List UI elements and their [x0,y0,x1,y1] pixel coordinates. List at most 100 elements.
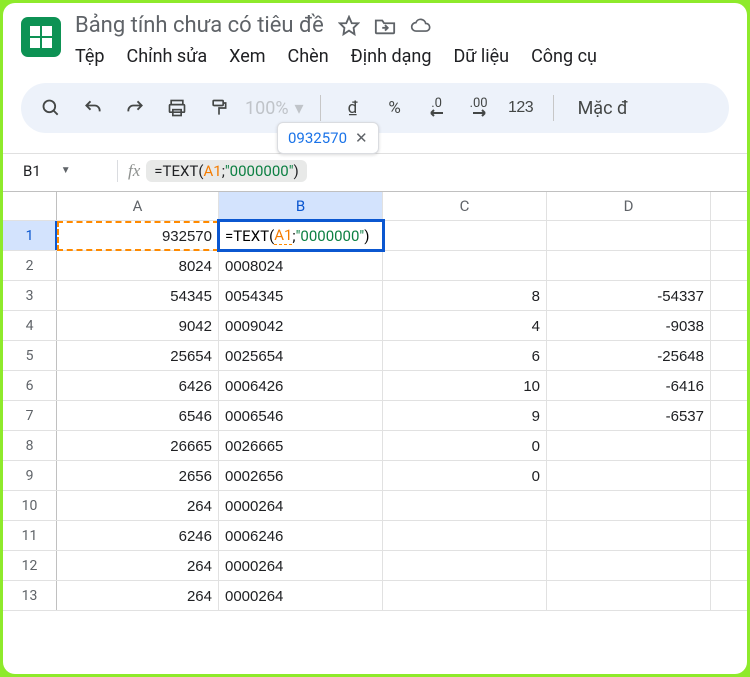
cell[interactable]: 0008024 [219,251,383,281]
row-header[interactable]: 5 [3,341,57,370]
cell[interactable] [383,221,547,251]
font-select[interactable]: Mặc đ [578,98,628,119]
column-header-A[interactable]: A [57,192,219,220]
cell[interactable]: -25648 [547,341,711,371]
cell[interactable]: 0000264 [219,491,383,521]
more-formats-button[interactable]: 123 [505,92,537,124]
cell[interactable]: 264 [57,491,219,521]
fx-icon[interactable]: fx [128,161,140,181]
cell[interactable] [383,491,547,521]
cell[interactable] [383,581,547,611]
name-box[interactable]: B1 ▼ [11,162,111,180]
cell[interactable]: 0025654 [219,341,383,371]
cell[interactable]: -6416 [547,371,711,401]
search-icon[interactable] [35,92,67,124]
cell[interactable]: 6246 [57,521,219,551]
select-all-corner[interactable] [3,192,57,220]
row-header[interactable]: 7 [3,401,57,430]
cell[interactable] [547,521,711,551]
menu-view[interactable]: Xem [229,44,265,69]
cell[interactable]: 2656 [57,461,219,491]
close-icon[interactable]: ✕ [355,129,368,147]
active-cell-editor[interactable]: =TEXT(A1;"0000000") [219,221,383,250]
row-header[interactable]: 11 [3,521,57,550]
row-header[interactable]: 8 [3,431,57,460]
cell[interactable] [383,551,547,581]
column-header-D[interactable]: D [547,192,711,220]
cell[interactable]: -9038 [547,311,711,341]
cell[interactable]: 264 [57,581,219,611]
menu-insert[interactable]: Chèn [288,44,329,69]
row-header[interactable]: 2 [3,251,57,280]
sheets-logo[interactable] [21,17,61,57]
menu-data[interactable]: Dữ liệu [453,44,509,69]
cell[interactable]: 6426 [57,371,219,401]
cell[interactable] [547,431,711,461]
cell[interactable] [383,521,547,551]
table-row: 102640000264 [3,491,747,521]
cell[interactable] [547,221,711,251]
undo-icon[interactable] [77,92,109,124]
cell[interactable]: -6537 [547,401,711,431]
cell[interactable]: 0054345 [219,281,383,311]
cell[interactable]: 9042 [57,311,219,341]
cloud-status-icon[interactable] [410,15,432,37]
row-header[interactable]: 13 [3,581,57,610]
cell[interactable] [547,461,711,491]
doc-title[interactable]: Bảng tính chưa có tiêu đề [75,13,324,38]
row-header[interactable]: 3 [3,281,57,310]
row-header[interactable]: 4 [3,311,57,340]
cell[interactable]: 6546 [57,401,219,431]
cell[interactable] [547,581,711,611]
decrease-decimals-button[interactable]: .0 [421,92,453,124]
cell[interactable]: 0000264 [219,581,383,611]
cell[interactable]: 0 [383,431,547,461]
cell[interactable]: 6 [383,341,547,371]
cell[interactable]: 0 [383,461,547,491]
cell[interactable]: 54345 [57,281,219,311]
formula-bar[interactable]: =TEXT(A1;"0000000") [146,160,306,182]
move-to-folder-icon[interactable] [374,15,396,37]
menu-format[interactable]: Định dạng [351,44,432,69]
menu-file[interactable]: Tệp [75,44,105,69]
cell[interactable]: 9 [383,401,547,431]
row-header[interactable]: 9 [3,461,57,490]
cell[interactable]: 264 [57,551,219,581]
currency-button[interactable]: ₫ [337,92,369,124]
column-header-B[interactable]: B [219,192,383,220]
cell[interactable]: 0000264 [219,551,383,581]
cell[interactable]: 0006246 [219,521,383,551]
cell[interactable]: 4 [383,311,547,341]
cell[interactable]: 0009042 [219,311,383,341]
cell[interactable]: 932570 [57,221,219,251]
cell[interactable] [547,491,711,521]
cell[interactable]: 25654 [57,341,219,371]
cell[interactable] [547,251,711,281]
menu-edit[interactable]: Chỉnh sửa [127,44,208,69]
row-header[interactable]: 12 [3,551,57,580]
percent-button[interactable]: % [379,92,411,124]
cell[interactable]: 0006426 [219,371,383,401]
cell[interactable]: -54337 [547,281,711,311]
row-header[interactable]: 10 [3,491,57,520]
cell[interactable]: 10 [383,371,547,401]
cell[interactable]: 26665 [57,431,219,461]
row-header[interactable]: 1 [3,221,57,250]
column-header-C[interactable]: C [383,192,547,220]
zoom-select[interactable]: 100% ▾ [245,98,304,119]
menu-tools[interactable]: Công cụ [531,44,597,69]
cell[interactable]: 0026665 [219,431,383,461]
redo-icon[interactable] [119,92,151,124]
star-icon[interactable] [338,15,360,37]
paint-format-icon[interactable] [203,92,235,124]
spreadsheet-grid[interactable]: A B C D 1932570=TEXT(A1;"0000000")280240… [3,191,747,611]
row-header[interactable]: 6 [3,371,57,400]
cell[interactable]: 0002656 [219,461,383,491]
cell[interactable]: 8024 [57,251,219,281]
cell[interactable] [383,251,547,281]
cell[interactable]: 8 [383,281,547,311]
cell[interactable] [547,551,711,581]
print-icon[interactable] [161,92,193,124]
cell[interactable]: 0006546 [219,401,383,431]
increase-decimals-button[interactable]: .00 [463,92,495,124]
